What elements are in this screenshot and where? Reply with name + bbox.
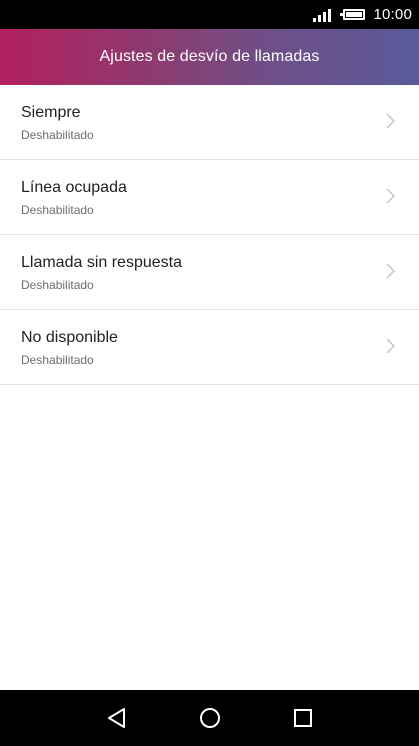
navigation-bar — [0, 690, 419, 746]
signal-icon — [313, 8, 332, 22]
chevron-right-icon — [386, 338, 395, 354]
recents-button[interactable] — [290, 705, 316, 731]
list-item-llamada-sin-respuesta[interactable]: Llamada sin respuesta Deshabilitado — [0, 235, 419, 310]
list-item-title: Llamada sin respuesta — [21, 254, 182, 271]
back-icon — [108, 708, 125, 728]
back-button[interactable] — [104, 705, 130, 731]
call-forwarding-list: Siempre Deshabilitado Línea ocupada Desh… — [0, 85, 419, 385]
status-time: 10:00 — [373, 6, 412, 23]
home-icon — [200, 708, 220, 728]
page-title: Ajustes de desvío de llamadas — [99, 48, 320, 65]
list-item-status: Deshabilitado — [21, 203, 94, 217]
chevron-right-icon — [386, 113, 395, 129]
list-item-siempre[interactable]: Siempre Deshabilitado — [0, 85, 419, 160]
home-button[interactable] — [197, 705, 223, 731]
list-item-status: Deshabilitado — [21, 128, 94, 142]
chevron-right-icon — [386, 188, 395, 204]
app-header: Ajustes de desvío de llamadas — [0, 29, 419, 85]
status-icons: 10:00 — [313, 0, 412, 29]
chevron-right-icon — [386, 263, 395, 279]
list-item-title: No disponible — [21, 329, 118, 346]
recents-icon — [294, 709, 312, 727]
list-item-linea-ocupada[interactable]: Línea ocupada Deshabilitado — [0, 160, 419, 235]
list-item-status: Deshabilitado — [21, 278, 94, 292]
battery-icon — [340, 9, 366, 20]
list-item-status: Deshabilitado — [21, 353, 94, 367]
list-item-title: Siempre — [21, 104, 81, 121]
status-bar: 10:00 — [0, 0, 419, 29]
list-item-no-disponible[interactable]: No disponible Deshabilitado — [0, 310, 419, 385]
list-item-title: Línea ocupada — [21, 179, 127, 196]
